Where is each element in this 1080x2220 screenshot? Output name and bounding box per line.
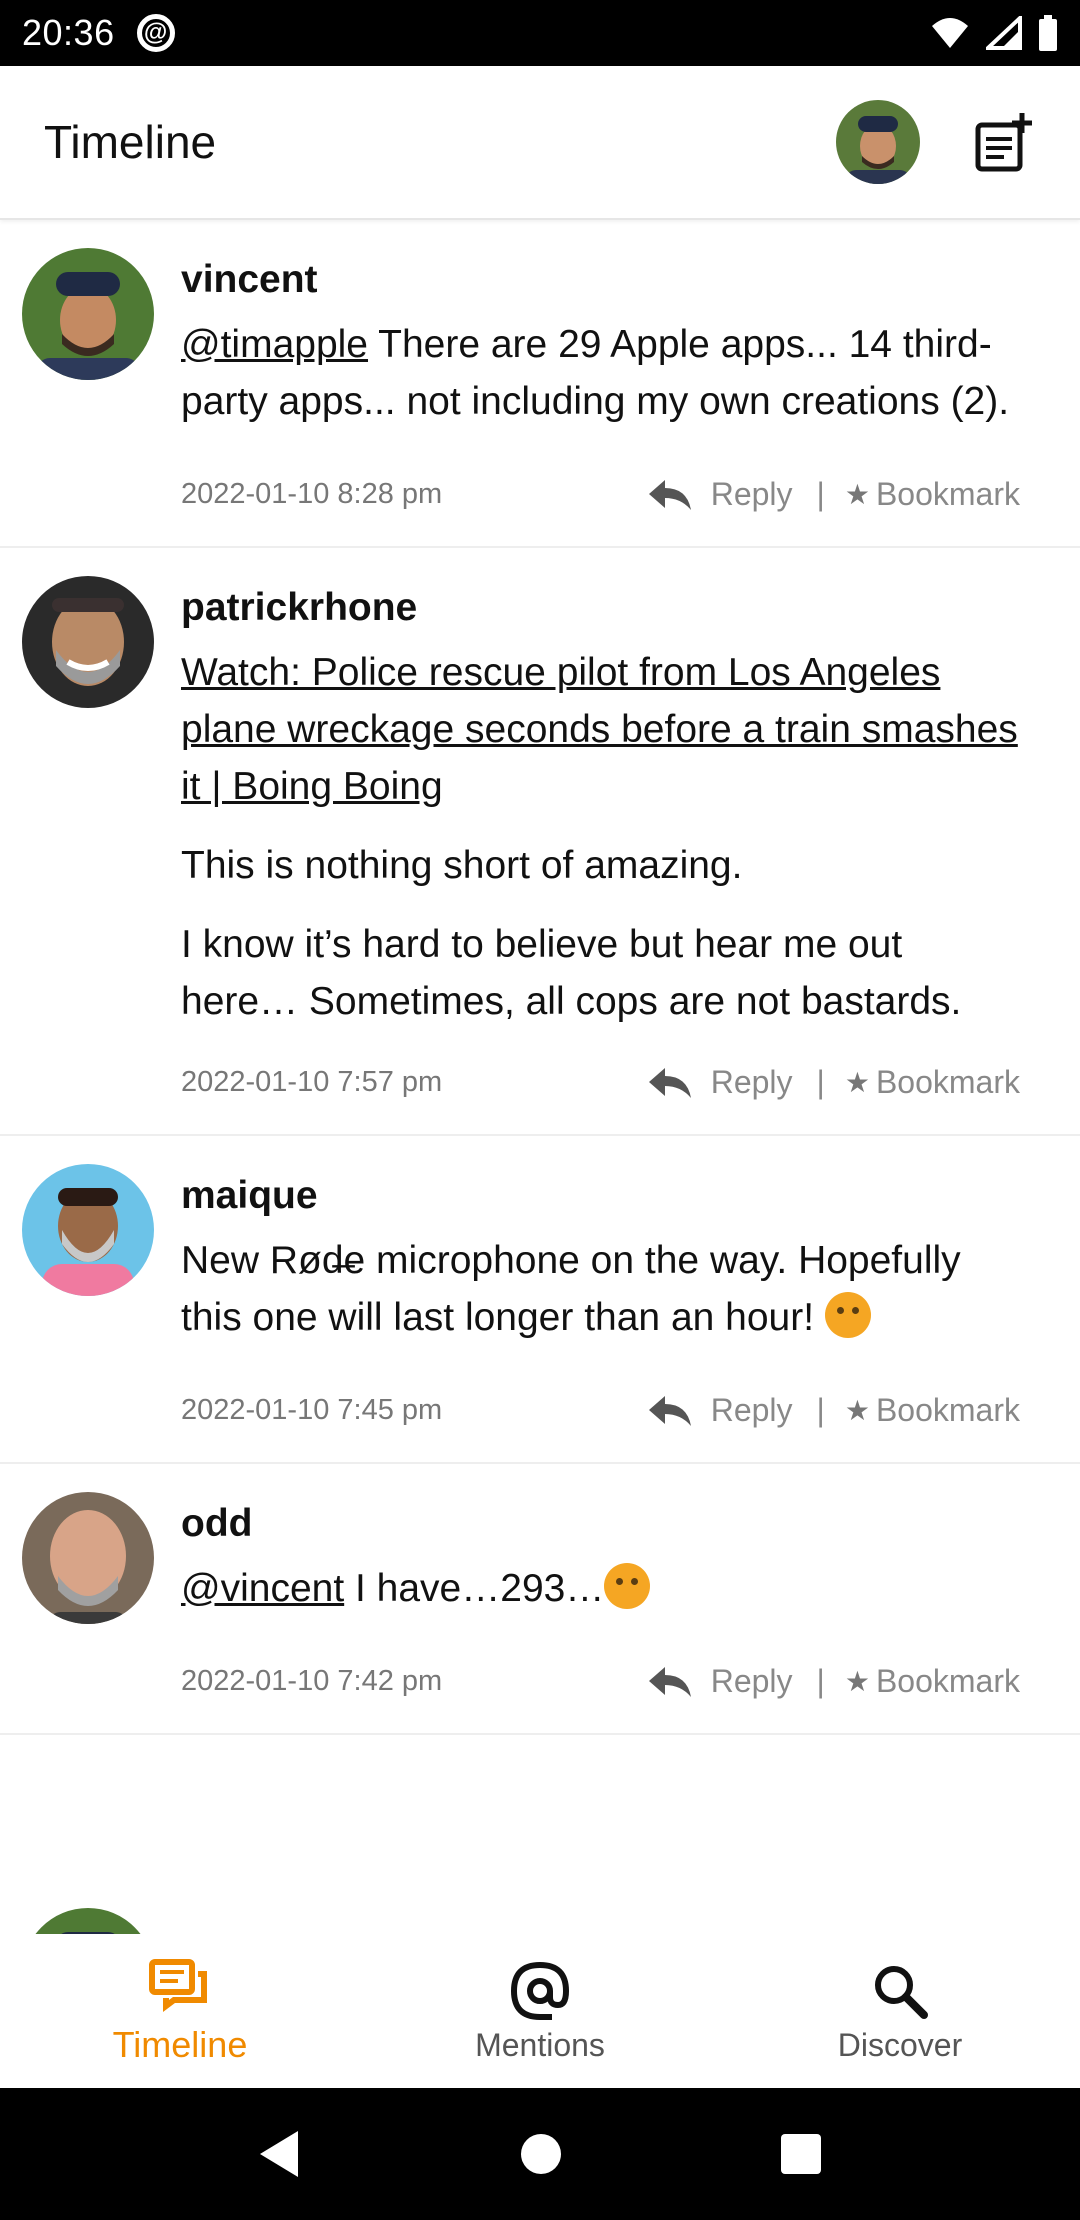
article-link[interactable]: Watch: Police rescue pilot from Los Ange… xyxy=(181,651,1018,808)
post-paragraph: This is nothing short of amazing. xyxy=(181,844,743,887)
star-icon[interactable]: ★ xyxy=(845,1665,870,1698)
reply-button[interactable]: Reply xyxy=(711,1392,793,1429)
cell-signal-icon xyxy=(986,16,1022,50)
post-footer: 2022-01-10 7:45 pm Reply | ★ Bookmark xyxy=(181,1380,1020,1440)
bookmark-button[interactable]: Bookmark xyxy=(876,1392,1020,1429)
reply-icon[interactable] xyxy=(647,1663,693,1699)
at-icon xyxy=(510,1961,570,2020)
status-time: 20:36 xyxy=(22,12,115,53)
star-icon[interactable]: ★ xyxy=(845,478,870,511)
reply-icon[interactable] xyxy=(647,1064,693,1100)
wifi-icon xyxy=(932,18,968,48)
reply-button[interactable]: Reply xyxy=(711,1663,793,1700)
reply-button[interactable]: Reply xyxy=(711,1064,793,1101)
nav-label: Mentions xyxy=(475,2026,605,2063)
bookmark-button[interactable]: Bookmark xyxy=(876,1064,1020,1101)
mention-link[interactable]: @timapple xyxy=(181,323,368,366)
avatar[interactable] xyxy=(22,1492,154,1624)
nav-label: Discover xyxy=(837,2026,963,2063)
action-divider: | xyxy=(816,1063,825,1100)
home-icon[interactable] xyxy=(519,2132,563,2176)
system-navigation-bar xyxy=(0,2088,1080,2220)
reply-button[interactable]: Reply xyxy=(711,476,793,513)
star-icon[interactable]: ★ xyxy=(845,1394,870,1427)
post-item[interactable]: odd @vincent I have…293… 2022-01-10 7:42… xyxy=(0,1464,1080,1735)
recents-icon[interactable] xyxy=(780,2133,822,2175)
mention-link[interactable]: @vincent xyxy=(181,1567,344,1610)
post-footer: 2022-01-10 8:28 pm Reply | ★ Bookmark xyxy=(181,464,1020,524)
search-icon xyxy=(875,1965,928,2019)
post-content: New Rød̶e microphone on the way. Hopeful… xyxy=(181,1232,1020,1346)
avatar[interactable] xyxy=(22,248,154,380)
nav-tab-mentions[interactable]: Mentions xyxy=(360,1934,720,2088)
profile-avatar[interactable] xyxy=(836,100,920,184)
nav-label: Timeline xyxy=(112,2024,248,2065)
timeline-list[interactable]: vincent @timapple There are 29 Apple app… xyxy=(0,220,1080,1934)
crying-face-emoji-icon xyxy=(604,1563,651,1609)
nav-tab-timeline[interactable]: Timeline xyxy=(0,1934,360,2088)
post-content: @vincent I have…293… xyxy=(181,1560,1020,1617)
action-divider: | xyxy=(816,475,825,512)
username[interactable]: maique xyxy=(181,1164,1020,1218)
post-content: Watch: Police rescue pilot from Los Ange… xyxy=(181,644,1020,1030)
post-timestamp[interactable]: 2022-01-10 7:42 pm xyxy=(181,1665,442,1698)
nav-tab-discover[interactable]: Discover xyxy=(720,1934,1080,2088)
post-content: @timapple There are 29 Apple apps... 14 … xyxy=(181,316,1020,430)
username[interactable]: patrickrhone xyxy=(181,576,1020,630)
back-icon[interactable] xyxy=(258,2129,302,2179)
post-text: I have…293… xyxy=(344,1567,605,1610)
action-divider: | xyxy=(816,1391,825,1428)
post-item[interactable]: maique New Rød̶e microphone on the way. … xyxy=(0,1136,1080,1464)
post-footer: 2022-01-10 7:42 pm Reply | ★ Bookmark xyxy=(181,1651,1020,1711)
post-item[interactable]: vincent @timapple There are 29 Apple app… xyxy=(0,220,1080,548)
weary-face-emoji-icon xyxy=(824,1292,871,1338)
post-paragraph: I know it’s hard to believe but hear me … xyxy=(181,923,962,1023)
reply-icon[interactable] xyxy=(647,1392,693,1428)
action-divider: | xyxy=(816,1662,825,1699)
battery-icon xyxy=(1039,15,1057,51)
username[interactable]: odd xyxy=(181,1492,1020,1546)
app-bar: Timeline xyxy=(0,66,1080,220)
post-timestamp[interactable]: 2022-01-10 7:57 pm xyxy=(181,1066,442,1099)
status-bar: 20:36 @ xyxy=(0,0,1080,66)
status-indicators xyxy=(930,15,1058,51)
page-title: Timeline xyxy=(44,116,217,168)
avatar[interactable] xyxy=(22,576,154,708)
bookmark-button[interactable]: Bookmark xyxy=(876,1663,1020,1700)
post-item[interactable]: patrickrhone Watch: Police rescue pilot … xyxy=(0,548,1080,1136)
post-timestamp[interactable]: 2022-01-10 8:28 pm xyxy=(181,478,442,511)
post-timestamp[interactable]: 2022-01-10 7:45 pm xyxy=(181,1394,442,1427)
star-icon[interactable]: ★ xyxy=(845,1066,870,1099)
bottom-navigation: Timeline Mentions Discover xyxy=(0,1934,1080,2088)
username[interactable]: vincent xyxy=(181,248,1020,302)
compose-post-icon[interactable] xyxy=(974,111,1036,173)
avatar[interactable] xyxy=(22,1908,154,1934)
avatar[interactable] xyxy=(22,1164,154,1296)
post-footer: 2022-01-10 7:57 pm Reply | ★ Bookmark xyxy=(181,1052,1020,1112)
notification-app-icon: @ xyxy=(136,14,175,52)
timeline-icon xyxy=(149,1959,207,2012)
bookmark-button[interactable]: Bookmark xyxy=(876,476,1020,513)
reply-icon[interactable] xyxy=(647,476,693,512)
